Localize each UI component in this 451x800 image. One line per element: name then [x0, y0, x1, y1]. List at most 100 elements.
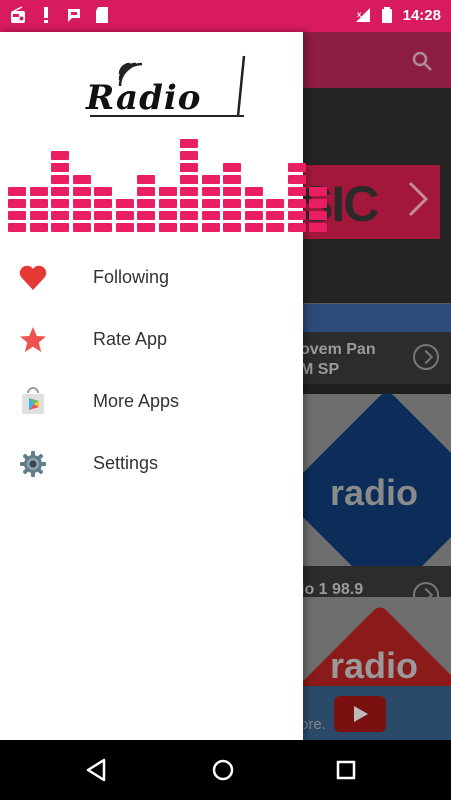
equalizer-segment [115, 223, 134, 232]
equalizer-segment [137, 223, 155, 232]
chat-notification-icon [68, 9, 80, 22]
equalizer-segment [51, 211, 69, 220]
equalizer-bar [180, 136, 198, 232]
equalizer-segment [180, 211, 198, 220]
menu-item-label: Settings [93, 453, 159, 473]
equalizer-segment [180, 139, 198, 148]
station-card[interactable]: ovem Pan M SP [300, 304, 451, 384]
search-icon[interactable] [411, 50, 433, 72]
equalizer-segment [29, 199, 48, 208]
status-left-icons [10, 6, 110, 24]
equalizer-segment [180, 187, 198, 196]
equalizer-bar [51, 148, 69, 232]
equalizer-graphic [8, 120, 327, 232]
equalizer-segment [51, 187, 69, 196]
equalizer-segment [201, 223, 220, 232]
equalizer-segment [180, 223, 198, 232]
equalizer-bar [8, 184, 26, 232]
equalizer-segment [180, 199, 198, 208]
equalizer-segment [244, 223, 263, 232]
equalizer-segment [8, 223, 26, 232]
ad-banner[interactable]: ore. [300, 686, 451, 740]
equalizer-segment [137, 175, 155, 184]
play-store-icon [22, 387, 44, 414]
menu-item-more-apps[interactable]: More Apps [0, 371, 303, 433]
equalizer-segment [244, 211, 263, 220]
drawer-menu: Following Rate App More Apps Settings [0, 247, 303, 495]
equalizer-segment [94, 223, 112, 232]
equalizer-segment [8, 199, 26, 208]
equalizer-segment [180, 163, 198, 172]
status-right: x 14:28 [355, 6, 441, 24]
equalizer-segment [180, 151, 198, 160]
equalizer-segment [244, 187, 263, 196]
equalizer-segment [137, 199, 155, 208]
equalizer-segment [287, 211, 306, 220]
chevron-right-icon [408, 181, 429, 217]
gear-icon [20, 451, 46, 477]
menu-item-following[interactable]: Following [0, 247, 303, 309]
equalizer-segment [287, 163, 306, 172]
equalizer-segment [223, 211, 241, 220]
menu-item-rate-app[interactable]: Rate App [0, 309, 303, 371]
equalizer-bar [94, 184, 112, 232]
ad-text: ore. [300, 716, 326, 733]
equalizer-segment [287, 187, 306, 196]
equalizer-segment [309, 211, 327, 220]
equalizer-bar [266, 196, 284, 232]
equalizer-segment [29, 223, 48, 232]
equalizer-segment [158, 199, 177, 208]
logo-text: Radio [86, 78, 202, 118]
station-card-bar: ovem Pan M SP [300, 332, 451, 384]
recents-icon[interactable] [330, 754, 362, 786]
station-title: ovem Pan M SP [300, 341, 376, 378]
equalizer-segment [51, 199, 69, 208]
equalizer-segment [266, 211, 284, 220]
menu-item-label: More Apps [93, 391, 180, 411]
radio-logo-text: radio [330, 472, 419, 513]
equalizer-bar [29, 184, 48, 232]
equalizer-segment [137, 187, 155, 196]
star-icon [20, 327, 46, 352]
equalizer-segment [94, 211, 112, 220]
equalizer-segment [309, 199, 327, 208]
sd-card-icon [96, 7, 108, 23]
equalizer-segment [29, 187, 48, 196]
navigation-drawer: Radio Following Rate App More Apps Setti… [0, 32, 327, 740]
divider [300, 384, 451, 394]
equalizer-bar [72, 172, 91, 232]
equalizer-segment [223, 199, 241, 208]
status-time: 14:28 [402, 6, 441, 24]
home-icon[interactable] [207, 754, 239, 786]
equalizer-segment [266, 223, 284, 232]
equalizer-segment [51, 151, 69, 160]
signal-icon: x [355, 8, 370, 22]
equalizer-segment [8, 187, 26, 196]
equalizer-segment [51, 175, 69, 184]
equalizer-segment [72, 187, 91, 196]
back-icon[interactable] [82, 754, 114, 786]
radio-logo-text: radio [330, 645, 419, 686]
equalizer-bar [223, 160, 241, 232]
equalizer-bar [244, 184, 263, 232]
equalizer-bar [287, 160, 306, 232]
equalizer-bar [158, 184, 177, 232]
equalizer-segment [223, 175, 241, 184]
equalizer-segment [201, 175, 220, 184]
equalizer-segment [287, 223, 306, 232]
menu-item-settings[interactable]: Settings [0, 433, 303, 495]
station-card-image [300, 304, 451, 332]
battery-icon [381, 7, 392, 23]
equalizer-segment [158, 223, 177, 232]
equalizer-bar [137, 172, 155, 232]
equalizer-segment [287, 199, 306, 208]
chevron-circle-icon[interactable] [413, 344, 439, 370]
equalizer-segment [94, 187, 112, 196]
equalizer-segment [94, 199, 112, 208]
heart-icon [19, 265, 47, 290]
radio-logo: Radio [80, 54, 260, 122]
equalizer-segment [244, 199, 263, 208]
equalizer-segment [223, 187, 241, 196]
equalizer-segment [201, 199, 220, 208]
equalizer-segment [309, 187, 327, 196]
